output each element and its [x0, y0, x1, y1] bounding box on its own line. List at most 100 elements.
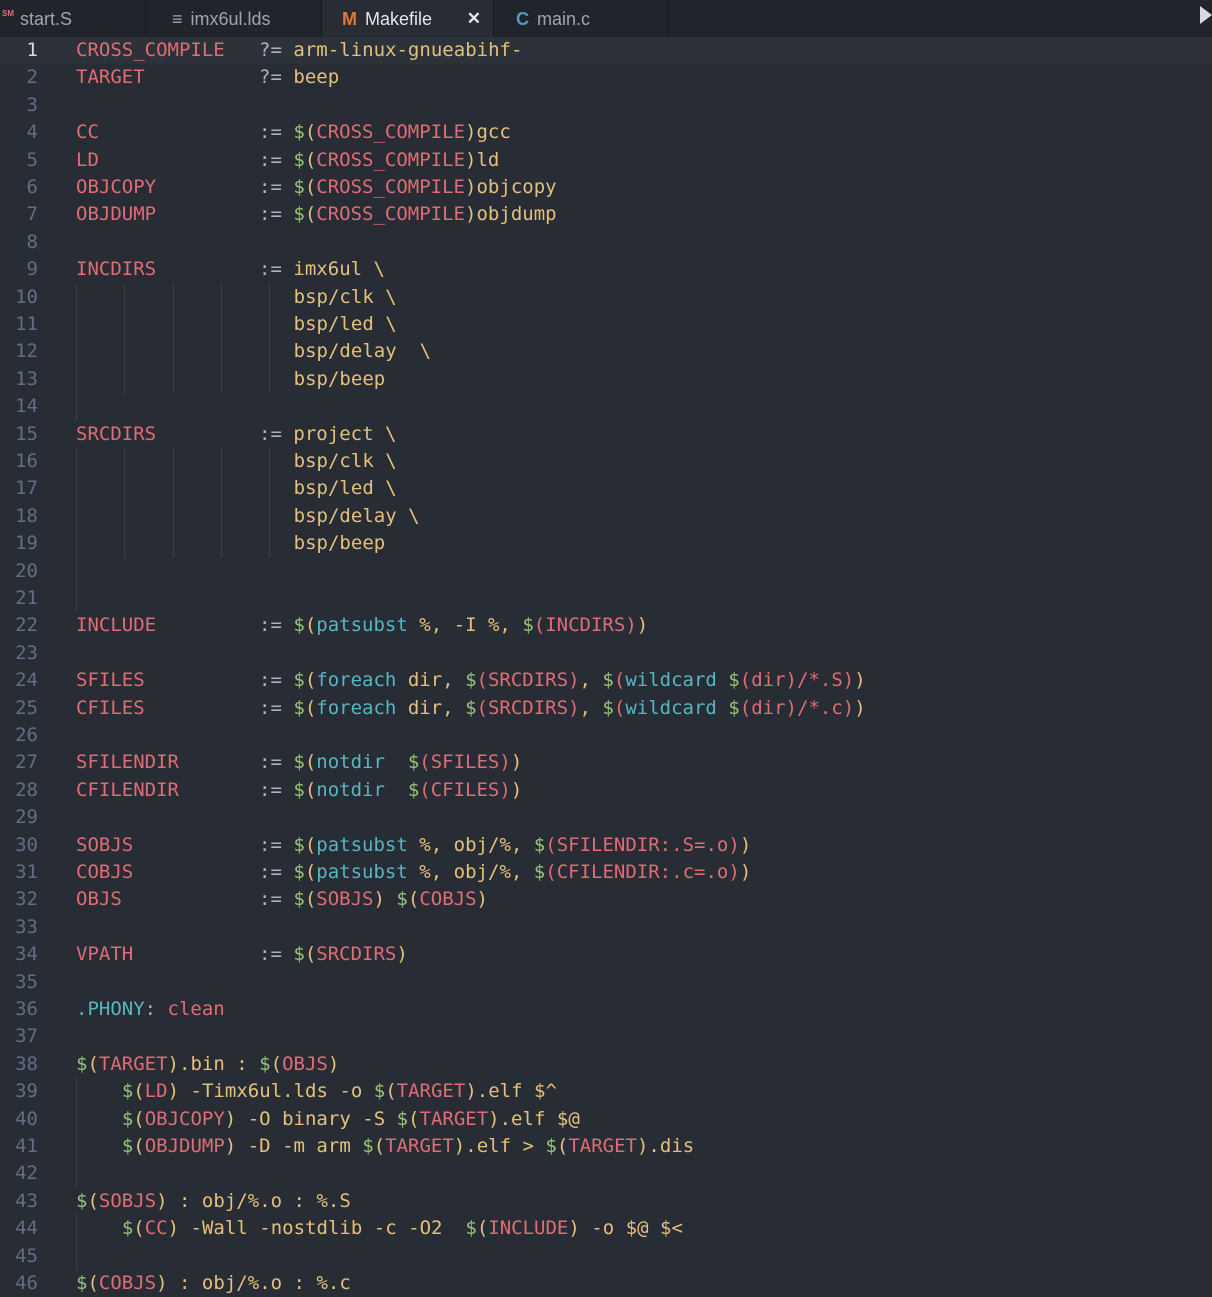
code-line[interactable]: 20 [0, 558, 1212, 585]
code-line[interactable]: 41 $(OBJDUMP) -D -m arm $(TARGET).elf > … [0, 1133, 1212, 1160]
line-number: 29 [15, 806, 38, 829]
code-line[interactable]: 24 SFILES := $(foreach dir, $(SRCDIRS), $… [0, 667, 1212, 694]
line-number: 40 [15, 1107, 38, 1130]
code-line[interactable]: 8 [0, 229, 1212, 256]
line-number: 27 [15, 751, 38, 774]
code-line[interactable]: 11 bsp/led \ [0, 311, 1212, 338]
tab-imx6ul-lds[interactable]: ≡ imx6ul.lds [146, 0, 322, 38]
line-code: SFILENDIR := $(notdir $(SFILES)) [76, 751, 523, 774]
code-line[interactable]: 27 SFILENDIR := $(notdir $(SFILES)) [0, 749, 1212, 776]
code-line[interactable]: 30 SOBJS := $(patsubst %, obj/%, $(SFILEN… [0, 832, 1212, 859]
line-code: SFILES := $(foreach dir, $(SRCDIRS), $(w… [76, 669, 866, 692]
close-tab-icon[interactable]: ✕ [467, 9, 481, 29]
line-number: 45 [15, 1244, 38, 1267]
code-line[interactable]: 36 .PHONY: clean [0, 996, 1212, 1023]
code-line[interactable]: 15 SRCDIRS := project \ [0, 421, 1212, 448]
code-line[interactable]: 3 [0, 92, 1212, 119]
code-line[interactable]: 44 $(CC) -Wall -nostdlib -c -O2 $(INCLUD… [0, 1215, 1212, 1242]
code-line[interactable]: 46 $(COBJS) : obj/%.o : %.c [0, 1270, 1212, 1297]
line-number: 1 [26, 39, 38, 61]
line-number: 11 [15, 313, 38, 335]
tab-makefile[interactable]: M Makefile ✕ [322, 0, 494, 38]
code-line[interactable]: 17 bsp/led \ [0, 475, 1212, 502]
code-line[interactable]: 33 [0, 914, 1212, 941]
code-line[interactable]: 22 INCLUDE := $(patsubst %, -I %, $(INCDI… [0, 612, 1212, 639]
tab-scroll-right-icon[interactable] [1200, 6, 1212, 24]
line-code: $(OBJDUMP) -D -m arm $(TARGET).elf > $(T… [121, 1135, 695, 1157]
code-line[interactable]: 12 bsp/delay \ [0, 338, 1212, 365]
c-file-icon: C [516, 8, 529, 29]
code-line[interactable]: 31 COBJS := $(patsubst %, obj/%, $(CFILEN… [0, 859, 1212, 886]
indent-guide [173, 448, 174, 558]
code-line[interactable]: 25 CFILES := $(foreach dir, $(SRCDIRS), $… [0, 695, 1212, 722]
tab-label: imx6ul.lds [190, 8, 271, 29]
line-number: 31 [15, 861, 38, 883]
code-line[interactable]: 2 TARGET ?= beep [0, 64, 1212, 91]
line-code: CROSS_COMPILE ?= arm-linux-gnueabihf- [76, 39, 523, 61]
line-code: $(TARGET).bin : $(OBJS) [76, 1052, 340, 1075]
line-number: 36 [15, 998, 38, 1020]
line-number: 33 [15, 915, 38, 938]
code-line[interactable]: 45 [0, 1243, 1212, 1270]
code-line[interactable]: 21 [0, 585, 1212, 612]
tab-start-s[interactable]: SM start.S [0, 0, 146, 38]
code-editor[interactable]: 1 CROSS_COMPILE ?= arm-linux-gnueabihf- 2 T… [0, 37, 1212, 1294]
line-code: $(SOBJS) : obj/%.o : %.S [76, 1189, 351, 1212]
line-code: OBJDUMP := $(CROSS_COMPILE)objdump [76, 203, 557, 226]
code-line[interactable]: 23 [0, 640, 1212, 667]
code-line[interactable]: 4 CC := $(CROSS_COMPILE)gcc [0, 119, 1212, 146]
indent-guide [124, 283, 125, 394]
code-line[interactable]: 32 OBJS := $(SOBJS) $(COBJS) [0, 886, 1212, 913]
line-number: 37 [15, 1025, 38, 1048]
indent-guide [221, 448, 222, 558]
line-code: VPATH := $(SRCDIRS) [76, 943, 408, 966]
line-number: 17 [15, 477, 38, 500]
line-number: 23 [15, 641, 38, 664]
makefile-icon: M [342, 8, 357, 29]
line-code: COBJS := $(patsubst %, obj/%, $(CFILENDI… [76, 861, 752, 883]
line-number: 13 [15, 367, 38, 390]
line-number: 28 [15, 778, 38, 801]
code-line[interactable]: 5 LD := $(CROSS_COMPILE)ld [0, 147, 1212, 174]
code-line[interactable]: 14 [0, 393, 1212, 420]
code-line[interactable]: 42 [0, 1160, 1212, 1187]
code-line[interactable]: 28 CFILENDIR := $(notdir $(CFILES)) [0, 777, 1212, 804]
line-code: CC := $(CROSS_COMPILE)gcc [76, 121, 511, 144]
code-line[interactable]: 40 $(OBJCOPY) -O binary -S $(TARGET).elf… [0, 1106, 1212, 1133]
line-number: 22 [15, 614, 38, 637]
line-number: 35 [15, 970, 38, 993]
code-line[interactable]: 7 OBJDUMP := $(CROSS_COMPILE)objdump [0, 201, 1212, 228]
line-number: 2 [26, 66, 38, 89]
line-code: SRCDIRS := project \ [76, 422, 397, 445]
code-line[interactable]: 37 [0, 1023, 1212, 1050]
tab-main-c[interactable]: C main.c [494, 0, 668, 38]
code-line[interactable]: 38 $(TARGET).bin : $(OBJS) [0, 1051, 1212, 1078]
code-line[interactable]: 16 bsp/clk \ [0, 448, 1212, 475]
line-number: 16 [15, 450, 38, 472]
indent-guide [76, 557, 77, 613]
line-number: 46 [15, 1272, 38, 1294]
tab-label: main.c [537, 8, 591, 29]
code-line[interactable]: 18 bsp/delay \ [0, 503, 1212, 530]
code-line[interactable]: 13 bsp/beep [0, 366, 1212, 393]
indent-guide [76, 1215, 77, 1270]
line-code: bsp/delay \ [293, 504, 420, 527]
line-code: OBJCOPY := $(CROSS_COMPILE)objcopy [76, 176, 557, 198]
code-line[interactable]: 10 bsp/clk \ [0, 284, 1212, 311]
code-line[interactable]: 35 [0, 969, 1212, 996]
code-line[interactable]: 43 $(SOBJS) : obj/%.o : %.S [0, 1188, 1212, 1215]
code-line[interactable]: 6 OBJCOPY := $(CROSS_COMPILE)objcopy [0, 174, 1212, 201]
indent-guide [269, 283, 270, 394]
code-line[interactable]: 34 VPATH := $(SRCDIRS) [0, 941, 1212, 968]
tab-label: start.S [20, 8, 73, 29]
line-number: 5 [26, 148, 38, 171]
code-line[interactable]: 26 [0, 722, 1212, 749]
code-line[interactable]: 29 [0, 804, 1212, 831]
code-line[interactable]: 39 $(LD) -Timx6ul.lds -o $(TARGET).elf $… [0, 1078, 1212, 1105]
code-line[interactable]: 1 CROSS_COMPILE ?= arm-linux-gnueabihf- [0, 37, 1212, 65]
line-code: CFILES := $(foreach dir, $(SRCDIRS), $(w… [76, 696, 866, 719]
code-line[interactable]: 9 INCDIRS := imx6ul \ [0, 256, 1212, 283]
code-line[interactable]: 19 bsp/beep [0, 530, 1212, 557]
line-number: 32 [15, 888, 38, 911]
line-number: 39 [15, 1080, 38, 1103]
